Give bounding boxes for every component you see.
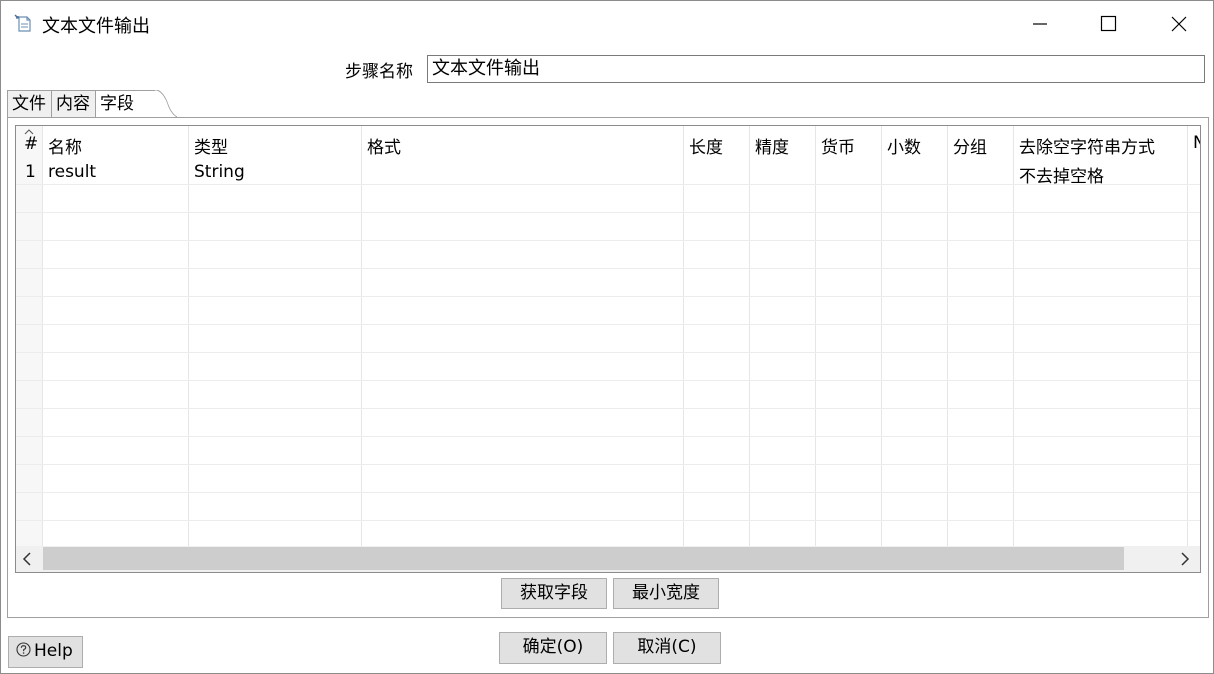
tab-content[interactable]: 内容	[51, 90, 96, 117]
row-number-column	[16, 126, 43, 546]
minimize-button[interactable]	[1008, 1, 1072, 45]
minimize-icon	[1033, 23, 1047, 25]
col-header-group[interactable]: 分组	[953, 133, 987, 158]
row-1-type-cell[interactable]: String	[194, 162, 245, 182]
table-grid: # 名称 类型 格式 长度 精度 货币 小数 分组 去除空字符串方式 N 1 r…	[16, 126, 1200, 546]
row-1-name-cell[interactable]: result	[48, 162, 96, 182]
close-icon	[1171, 16, 1187, 32]
help-button[interactable]: Help	[8, 636, 83, 668]
scroll-right-icon[interactable]	[1180, 552, 1190, 566]
window-title: 文本文件输出	[42, 16, 150, 37]
horizontal-scrollbar[interactable]	[16, 546, 1200, 572]
close-button[interactable]	[1147, 1, 1211, 45]
col-header-currency[interactable]: 货币	[821, 133, 855, 158]
scrollbar-thumb[interactable]	[43, 547, 1124, 570]
col-header-num[interactable]: #	[24, 134, 38, 154]
scroll-left-icon[interactable]	[22, 552, 32, 566]
col-header-precision[interactable]: 精度	[755, 133, 789, 158]
col-header-trim-type[interactable]: 去除空字符串方式	[1019, 133, 1155, 158]
col-header-name[interactable]: 名称	[48, 133, 82, 158]
tab-fields[interactable]: 字段	[95, 90, 155, 117]
get-fields-button[interactable]: 获取字段	[501, 578, 607, 609]
maximize-icon	[1100, 15, 1117, 32]
dialog-window: 文本文件输出 步骤名称 文件 内容 字段	[0, 0, 1214, 674]
help-label: Help	[34, 641, 73, 661]
row-1-trim-cell[interactable]: 不去掉空格	[1019, 162, 1104, 187]
col-header-format[interactable]: 格式	[367, 133, 401, 158]
step-name-input[interactable]	[427, 55, 1205, 83]
col-header-length[interactable]: 长度	[689, 133, 723, 158]
col-header-decimal[interactable]: 小数	[887, 133, 921, 158]
step-name-label: 步骤名称	[345, 62, 413, 82]
col-header-type[interactable]: 类型	[194, 133, 228, 158]
maximize-button[interactable]	[1076, 1, 1140, 45]
help-icon	[16, 642, 31, 657]
row-1-number: 1	[25, 162, 36, 182]
title-bar: 文本文件输出	[1, 1, 1213, 45]
tab-fields-edge	[153, 90, 177, 118]
tab-file[interactable]: 文件	[7, 90, 52, 117]
cancel-button[interactable]: 取消(C)	[613, 632, 721, 664]
ok-button[interactable]: 确定(O)	[499, 632, 607, 664]
col-header-null[interactable]: N	[1193, 133, 1200, 153]
min-width-button[interactable]: 最小宽度	[613, 578, 719, 609]
fields-table[interactable]: # 名称 类型 格式 长度 精度 货币 小数 分组 去除空字符串方式 N 1 r…	[15, 125, 1201, 573]
document-output-icon	[14, 13, 32, 33]
